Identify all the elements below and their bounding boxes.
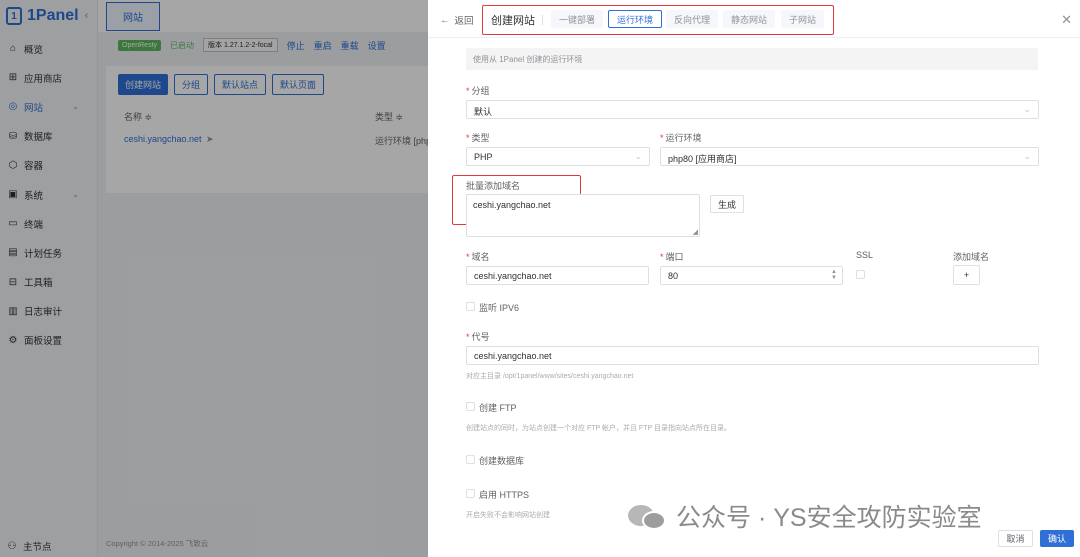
stepper-icon[interactable]: ▲ ▼ bbox=[830, 269, 838, 281]
ipv6-label: 监听 IPV6 bbox=[479, 303, 520, 313]
create-website-drawer: ← 返回 创建网站 一键部署 运行环境 反向代理 静态网站 子网站 ✕ 使用从 … bbox=[428, 0, 1080, 557]
port-label: * 端口 bbox=[660, 250, 684, 263]
tab-sub-site[interactable]: 子网站 bbox=[781, 10, 825, 28]
port-label-text: 端口 bbox=[665, 252, 684, 262]
runtime-label-text: 运行环境 bbox=[665, 133, 702, 143]
back-button[interactable]: ← 返回 bbox=[440, 13, 474, 28]
chevron-down-icon: ⌄ bbox=[1023, 151, 1031, 161]
database-label: 创建数据库 bbox=[479, 456, 525, 466]
group-label: * 分组 bbox=[466, 84, 490, 97]
domain-label: * 域名 bbox=[466, 250, 490, 263]
ssl-checkbox[interactable] bbox=[856, 270, 865, 279]
resize-handle-icon[interactable]: ◢ bbox=[693, 228, 698, 236]
runtime-info: 使用从 1Panel 创建的运行环境 bbox=[466, 48, 1038, 70]
watermark-text: 公众号 · YS安全攻防实验室 bbox=[676, 504, 982, 532]
runtime-value: php80 [应用商店] bbox=[668, 154, 737, 164]
close-icon[interactable]: ✕ bbox=[1061, 12, 1072, 28]
required-mark: * bbox=[466, 133, 470, 143]
tab-static-site[interactable]: 静态网站 bbox=[723, 10, 776, 28]
batch-domain-value: ceshi.yangchao.net bbox=[473, 200, 551, 210]
tab-one-click-deploy[interactable]: 一键部署 bbox=[551, 10, 604, 28]
https-label: 启用 HTTPS bbox=[479, 490, 530, 500]
group-value: 默认 bbox=[474, 107, 493, 117]
add-domain-button[interactable]: + bbox=[953, 265, 980, 285]
generate-button[interactable]: 生成 bbox=[710, 195, 744, 213]
runtime-label: * 运行环境 bbox=[660, 131, 702, 144]
type-label-text: 类型 bbox=[471, 133, 490, 143]
required-mark: * bbox=[466, 252, 470, 262]
tab-runtime[interactable]: 运行环境 bbox=[608, 10, 663, 28]
ftp-label: 创建 FTP bbox=[479, 403, 517, 413]
required-mark: * bbox=[466, 332, 470, 342]
required-mark: * bbox=[660, 252, 664, 262]
domain-input[interactable]: ceshi.yangchao.net bbox=[466, 266, 649, 285]
database-checkbox[interactable] bbox=[466, 455, 475, 464]
ssl-label: SSL bbox=[856, 250, 874, 260]
alias-input[interactable]: ceshi.yangchao.net bbox=[466, 346, 1039, 365]
tab-reverse-proxy[interactable]: 反向代理 bbox=[666, 10, 719, 28]
port-input[interactable]: 80 ▲ ▼ bbox=[660, 266, 843, 285]
type-label: * 类型 bbox=[466, 131, 490, 144]
port-value: 80 bbox=[668, 271, 679, 281]
group-select[interactable]: 默认 ⌄ bbox=[466, 100, 1039, 119]
ftp-checkbox[interactable] bbox=[466, 402, 475, 411]
tab-divider bbox=[542, 15, 543, 25]
alias-label: * 代号 bbox=[466, 330, 490, 343]
add-domain-label: 添加域名 bbox=[953, 252, 990, 262]
chevron-down-icon: ⌄ bbox=[1023, 104, 1031, 114]
alias-label-text: 代号 bbox=[471, 332, 490, 342]
https-checkbox[interactable] bbox=[466, 489, 475, 498]
alias-hint: 对应主目录 /opt/1panel/www/sites/ceshi.yangch… bbox=[466, 373, 634, 380]
watermark: 公众号 · YS安全攻防实验室 bbox=[626, 498, 982, 534]
cancel-button[interactable]: 取消 bbox=[998, 530, 1033, 547]
confirm-button[interactable]: 确认 bbox=[1040, 530, 1074, 547]
wechat-icon bbox=[626, 501, 670, 531]
type-select[interactable]: PHP ⌄ bbox=[466, 147, 650, 166]
modal-overlay[interactable] bbox=[0, 0, 428, 557]
required-mark: * bbox=[466, 86, 470, 96]
chevron-down-icon: ⌄ bbox=[634, 151, 642, 161]
type-value: PHP bbox=[474, 152, 493, 162]
ipv6-checkbox[interactable] bbox=[466, 302, 475, 311]
ftp-hint: 创建站点的同时，为站点创建一个对应 FTP 帐户，并且 FTP 目录指向站点所在… bbox=[466, 425, 731, 432]
https-hint: 开启失败不会影响网站创建 bbox=[466, 512, 550, 519]
drawer-title: 创建网站 bbox=[491, 15, 535, 27]
group-label-text: 分组 bbox=[471, 86, 490, 96]
runtime-select[interactable]: php80 [应用商店] ⌄ bbox=[660, 147, 1039, 166]
required-mark: * bbox=[660, 133, 664, 143]
arrow-left-icon: ← bbox=[440, 14, 450, 26]
back-label: 返回 bbox=[454, 16, 474, 27]
batch-domain-label: 批量添加域名 bbox=[466, 181, 521, 191]
domain-label-text: 域名 bbox=[471, 252, 490, 262]
drawer-header: ← 返回 创建网站 一键部署 运行环境 反向代理 静态网站 子网站 ✕ bbox=[428, 0, 1080, 38]
batch-domain-textarea[interactable]: ceshi.yangchao.net ◢ bbox=[466, 194, 700, 237]
